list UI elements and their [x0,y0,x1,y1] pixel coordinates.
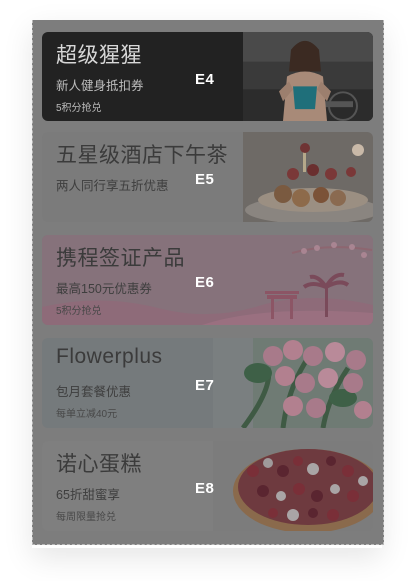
card-subtitle: 最高150元优惠券 [56,282,152,296]
card-note: 5积分抢兑 [56,306,102,317]
card-tag: E7 [195,377,215,394]
card-subtitle: 新人健身抵扣券 [56,79,144,93]
card-subtitle: 两人同行享五折优惠 [56,179,169,193]
afternoon-tea-photo [243,132,373,222]
card-tag: E4 [195,71,215,88]
offer-card-visa[interactable]: 携程签证产品 最高150元优惠券 5积分抢兑 E6 [42,235,373,325]
flowers-photo [213,338,373,428]
card-tag: E5 [195,171,215,188]
card-note: 5积分抢兑 [56,103,102,114]
card-title: 携程签证产品 [56,247,185,270]
card-tag: E6 [195,274,215,291]
card-subtitle: 65折甜蜜享 [56,488,120,502]
card-note: 每单立减40元 [56,409,118,420]
offer-card-cake[interactable]: 诺心蛋糕 65折甜蜜享 每周限量抢兑 E8 [42,441,373,531]
offer-card-flowers[interactable]: Flowerplus 包月套餐优惠 每单立减40元 E7 [42,338,373,428]
screen: 超级猩猩 新人健身抵扣券 5积分抢兑 E4 五星级酒店下午茶 两人同行享五折优惠… [32,20,384,545]
card-title: 诺心蛋糕 [56,453,142,476]
card-title: Flowerplus [56,345,163,368]
offer-card-fitness[interactable]: 超级猩猩 新人健身抵扣券 5积分抢兑 E4 [42,32,373,121]
card-tag: E8 [195,480,215,497]
card-title: 五星级酒店下午茶 [56,144,228,167]
card-note: 每周限量抢兑 [56,512,116,523]
card-title: 超级猩猩 [56,44,142,67]
card-subtitle: 包月套餐优惠 [56,385,132,399]
offer-card-afternoon-tea[interactable]: 五星级酒店下午茶 两人同行享五折优惠 E5 [42,132,373,222]
fitness-photo [243,32,373,121]
cake-photo [213,441,373,531]
